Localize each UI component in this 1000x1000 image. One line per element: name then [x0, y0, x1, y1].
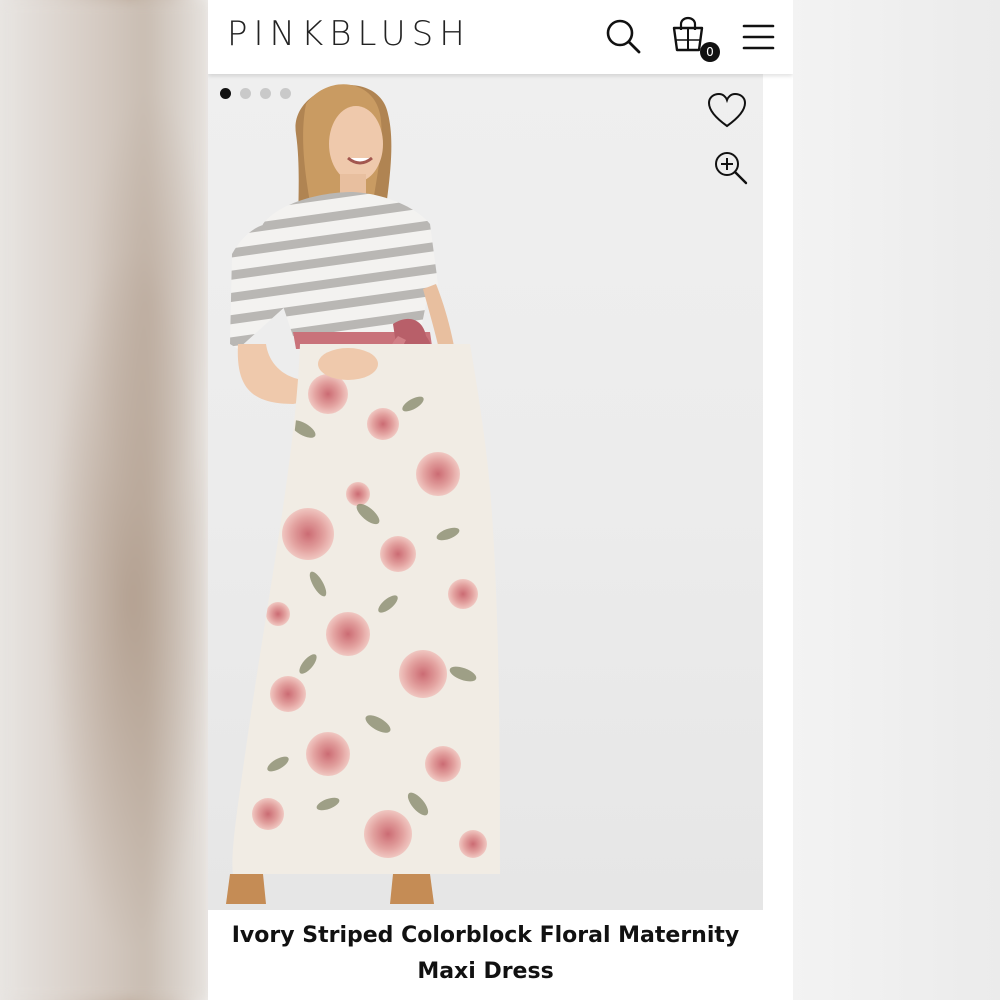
hamburger-menu-icon[interactable]: [738, 16, 778, 56]
carousel-dot[interactable]: [220, 88, 231, 99]
brand-logo[interactable]: PINKBLUSH: [227, 14, 471, 54]
right-gutter: [763, 74, 793, 910]
page: PINKBLUSH 0 Ivory Striped Colorblock Flo…: [0, 0, 1000, 1000]
blurred-background-left: [0, 0, 208, 1000]
product-image[interactable]: [208, 74, 763, 910]
phone-screen: PINKBLUSH 0 Ivory Striped Colorblock Flo…: [208, 0, 793, 1000]
product-title-line: Maxi Dress: [417, 959, 554, 984]
carousel-dot[interactable]: [240, 88, 251, 99]
carousel-dot[interactable]: [280, 88, 291, 99]
blurred-background-right: [792, 0, 1000, 1000]
search-icon[interactable]: [603, 16, 643, 56]
zoom-in-icon[interactable]: [713, 150, 749, 186]
site-header: PINKBLUSH 0: [208, 0, 793, 74]
image-carousel-dots: [220, 88, 291, 99]
cart-count-badge: 0: [700, 42, 720, 62]
product-title: Ivory Striped Colorblock Floral Maternit…: [208, 918, 763, 990]
model-photo: [226, 84, 500, 904]
product-title-line: Ivory Striped Colorblock Floral Maternit…: [231, 923, 740, 948]
carousel-dot[interactable]: [260, 88, 271, 99]
heart-icon[interactable]: [707, 92, 747, 130]
